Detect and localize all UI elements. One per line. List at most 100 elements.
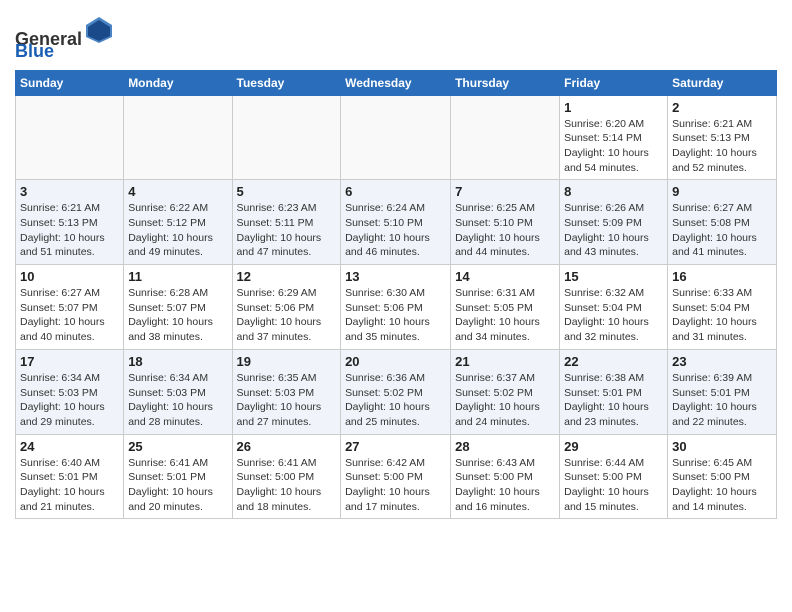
- day-info: Sunrise: 6:36 AM Sunset: 5:02 PM Dayligh…: [345, 371, 446, 430]
- day-number: 9: [672, 184, 772, 199]
- calendar-week-row: 10 Sunrise: 6:27 AM Sunset: 5:07 PM Dayli…: [16, 265, 777, 350]
- day-info: Sunrise: 6:32 AM Sunset: 5:04 PM Dayligh…: [564, 286, 663, 345]
- calendar-header-saturday: Saturday: [668, 70, 777, 95]
- calendar-week-row: 1Sunrise: 6:20 AM Sunset: 5:14 PM Daylig…: [16, 95, 777, 180]
- calendar-week-row: 24 Sunrise: 6:40 AM Sunset: 5:01 PM Dayli…: [16, 434, 777, 519]
- day-info: Sunrise: 6:41 AM Sunset: 5:00 PM Dayligh…: [237, 456, 337, 515]
- day-info: Sunrise: 6:20 AM Sunset: 5:14 PM Dayligh…: [564, 117, 663, 176]
- calendar-cell: [124, 95, 232, 180]
- calendar-table: SundayMondayTuesdayWednesdayThursdayFrid…: [15, 70, 777, 520]
- calendar-cell: 29 Sunrise: 6:44 AM Sunset: 5:00 PM Dayli…: [560, 434, 668, 519]
- calendar-cell: 1Sunrise: 6:20 AM Sunset: 5:14 PM Daylig…: [560, 95, 668, 180]
- day-number: 14: [455, 269, 555, 284]
- day-info: Sunrise: 6:39 AM Sunset: 5:01 PM Dayligh…: [672, 371, 772, 430]
- day-info: Sunrise: 6:28 AM Sunset: 5:07 PM Dayligh…: [128, 286, 227, 345]
- day-info: Sunrise: 6:38 AM Sunset: 5:01 PM Dayligh…: [564, 371, 663, 430]
- day-number: 25: [128, 439, 227, 454]
- day-number: 24: [20, 439, 119, 454]
- day-info: Sunrise: 6:45 AM Sunset: 5:00 PM Dayligh…: [672, 456, 772, 515]
- day-number: 10: [20, 269, 119, 284]
- calendar-cell: 26 Sunrise: 6:41 AM Sunset: 5:00 PM Dayli…: [232, 434, 341, 519]
- calendar-cell: 10 Sunrise: 6:27 AM Sunset: 5:07 PM Dayli…: [16, 265, 124, 350]
- day-number: 18: [128, 354, 227, 369]
- calendar-cell: 20 Sunrise: 6:36 AM Sunset: 5:02 PM Dayli…: [341, 349, 451, 434]
- calendar-week-row: 17Sunrise: 6:34 AM Sunset: 5:03 PM Dayli…: [16, 349, 777, 434]
- calendar-cell: [232, 95, 341, 180]
- calendar-cell: 19 Sunrise: 6:35 AM Sunset: 5:03 PM Dayli…: [232, 349, 341, 434]
- calendar-cell: 18 Sunrise: 6:34 AM Sunset: 5:03 PM Dayli…: [124, 349, 232, 434]
- calendar-cell: 5 Sunrise: 6:23 AM Sunset: 5:11 PM Daylig…: [232, 180, 341, 265]
- day-info: Sunrise: 6:33 AM Sunset: 5:04 PM Dayligh…: [672, 286, 772, 345]
- day-info: Sunrise: 6:26 AM Sunset: 5:09 PM Dayligh…: [564, 201, 663, 260]
- day-info: Sunrise: 6:24 AM Sunset: 5:10 PM Dayligh…: [345, 201, 446, 260]
- calendar-cell: 6Sunrise: 6:24 AM Sunset: 5:10 PM Daylig…: [341, 180, 451, 265]
- calendar-header-thursday: Thursday: [451, 70, 560, 95]
- calendar-cell: 9 Sunrise: 6:27 AM Sunset: 5:08 PM Daylig…: [668, 180, 777, 265]
- calendar-cell: 8 Sunrise: 6:26 AM Sunset: 5:09 PM Daylig…: [560, 180, 668, 265]
- calendar-cell: 23 Sunrise: 6:39 AM Sunset: 5:01 PM Dayli…: [668, 349, 777, 434]
- day-info: Sunrise: 6:42 AM Sunset: 5:00 PM Dayligh…: [345, 456, 446, 515]
- day-number: 20: [345, 354, 446, 369]
- calendar-cell: 25 Sunrise: 6:41 AM Sunset: 5:01 PM Dayli…: [124, 434, 232, 519]
- day-number: 3: [20, 184, 119, 199]
- header: General Blue: [15, 10, 777, 62]
- calendar-cell: 4 Sunrise: 6:22 AM Sunset: 5:12 PM Daylig…: [124, 180, 232, 265]
- logo-icon: [84, 15, 114, 45]
- day-number: 28: [455, 439, 555, 454]
- day-info: Sunrise: 6:21 AM Sunset: 5:13 PM Dayligh…: [672, 117, 772, 176]
- day-number: 21: [455, 354, 555, 369]
- day-info: Sunrise: 6:21 AM Sunset: 5:13 PM Dayligh…: [20, 201, 119, 260]
- day-info: Sunrise: 6:40 AM Sunset: 5:01 PM Dayligh…: [20, 456, 119, 515]
- day-number: 7: [455, 184, 555, 199]
- calendar-cell: 24 Sunrise: 6:40 AM Sunset: 5:01 PM Dayli…: [16, 434, 124, 519]
- calendar-cell: 27 Sunrise: 6:42 AM Sunset: 5:00 PM Dayli…: [341, 434, 451, 519]
- day-number: 11: [128, 269, 227, 284]
- calendar-cell: 17Sunrise: 6:34 AM Sunset: 5:03 PM Dayli…: [16, 349, 124, 434]
- day-number: 15: [564, 269, 663, 284]
- calendar-header-friday: Friday: [560, 70, 668, 95]
- calendar-cell: 7 Sunrise: 6:25 AM Sunset: 5:10 PM Daylig…: [451, 180, 560, 265]
- calendar-cell: 16 Sunrise: 6:33 AM Sunset: 5:04 PM Dayli…: [668, 265, 777, 350]
- day-number: 26: [237, 439, 337, 454]
- calendar-cell: 15 Sunrise: 6:32 AM Sunset: 5:04 PM Dayli…: [560, 265, 668, 350]
- calendar-week-row: 3 Sunrise: 6:21 AM Sunset: 5:13 PM Daylig…: [16, 180, 777, 265]
- page-container: General Blue SundayMondayTuesdayWednesda…: [0, 0, 792, 529]
- day-number: 2: [672, 100, 772, 115]
- calendar-cell: 13Sunrise: 6:30 AM Sunset: 5:06 PM Dayli…: [341, 265, 451, 350]
- day-number: 5: [237, 184, 337, 199]
- calendar-header-sunday: Sunday: [16, 70, 124, 95]
- calendar-cell: [16, 95, 124, 180]
- day-number: 23: [672, 354, 772, 369]
- calendar-cell: 3 Sunrise: 6:21 AM Sunset: 5:13 PM Daylig…: [16, 180, 124, 265]
- day-info: Sunrise: 6:27 AM Sunset: 5:07 PM Dayligh…: [20, 286, 119, 345]
- day-info: Sunrise: 6:41 AM Sunset: 5:01 PM Dayligh…: [128, 456, 227, 515]
- day-number: 22: [564, 354, 663, 369]
- day-info: Sunrise: 6:27 AM Sunset: 5:08 PM Dayligh…: [672, 201, 772, 260]
- calendar-header-row: SundayMondayTuesdayWednesdayThursdayFrid…: [16, 70, 777, 95]
- calendar-cell: 12 Sunrise: 6:29 AM Sunset: 5:06 PM Dayli…: [232, 265, 341, 350]
- day-info: Sunrise: 6:37 AM Sunset: 5:02 PM Dayligh…: [455, 371, 555, 430]
- calendar-header-tuesday: Tuesday: [232, 70, 341, 95]
- day-number: 16: [672, 269, 772, 284]
- calendar-cell: [451, 95, 560, 180]
- day-number: 29: [564, 439, 663, 454]
- logo: General Blue: [15, 15, 114, 62]
- calendar-cell: 22 Sunrise: 6:38 AM Sunset: 5:01 PM Dayli…: [560, 349, 668, 434]
- day-number: 8: [564, 184, 663, 199]
- day-info: Sunrise: 6:30 AM Sunset: 5:06 PM Dayligh…: [345, 286, 446, 345]
- day-info: Sunrise: 6:29 AM Sunset: 5:06 PM Dayligh…: [237, 286, 337, 345]
- day-info: Sunrise: 6:22 AM Sunset: 5:12 PM Dayligh…: [128, 201, 227, 260]
- day-number: 12: [237, 269, 337, 284]
- day-info: Sunrise: 6:34 AM Sunset: 5:03 PM Dayligh…: [128, 371, 227, 430]
- day-info: Sunrise: 6:25 AM Sunset: 5:10 PM Dayligh…: [455, 201, 555, 260]
- day-number: 27: [345, 439, 446, 454]
- day-info: Sunrise: 6:35 AM Sunset: 5:03 PM Dayligh…: [237, 371, 337, 430]
- day-number: 19: [237, 354, 337, 369]
- day-info: Sunrise: 6:23 AM Sunset: 5:11 PM Dayligh…: [237, 201, 337, 260]
- day-info: Sunrise: 6:44 AM Sunset: 5:00 PM Dayligh…: [564, 456, 663, 515]
- day-number: 4: [128, 184, 227, 199]
- day-number: 30: [672, 439, 772, 454]
- calendar-cell: 14 Sunrise: 6:31 AM Sunset: 5:05 PM Dayli…: [451, 265, 560, 350]
- day-info: Sunrise: 6:31 AM Sunset: 5:05 PM Dayligh…: [455, 286, 555, 345]
- logo-blue-text: Blue: [15, 41, 54, 61]
